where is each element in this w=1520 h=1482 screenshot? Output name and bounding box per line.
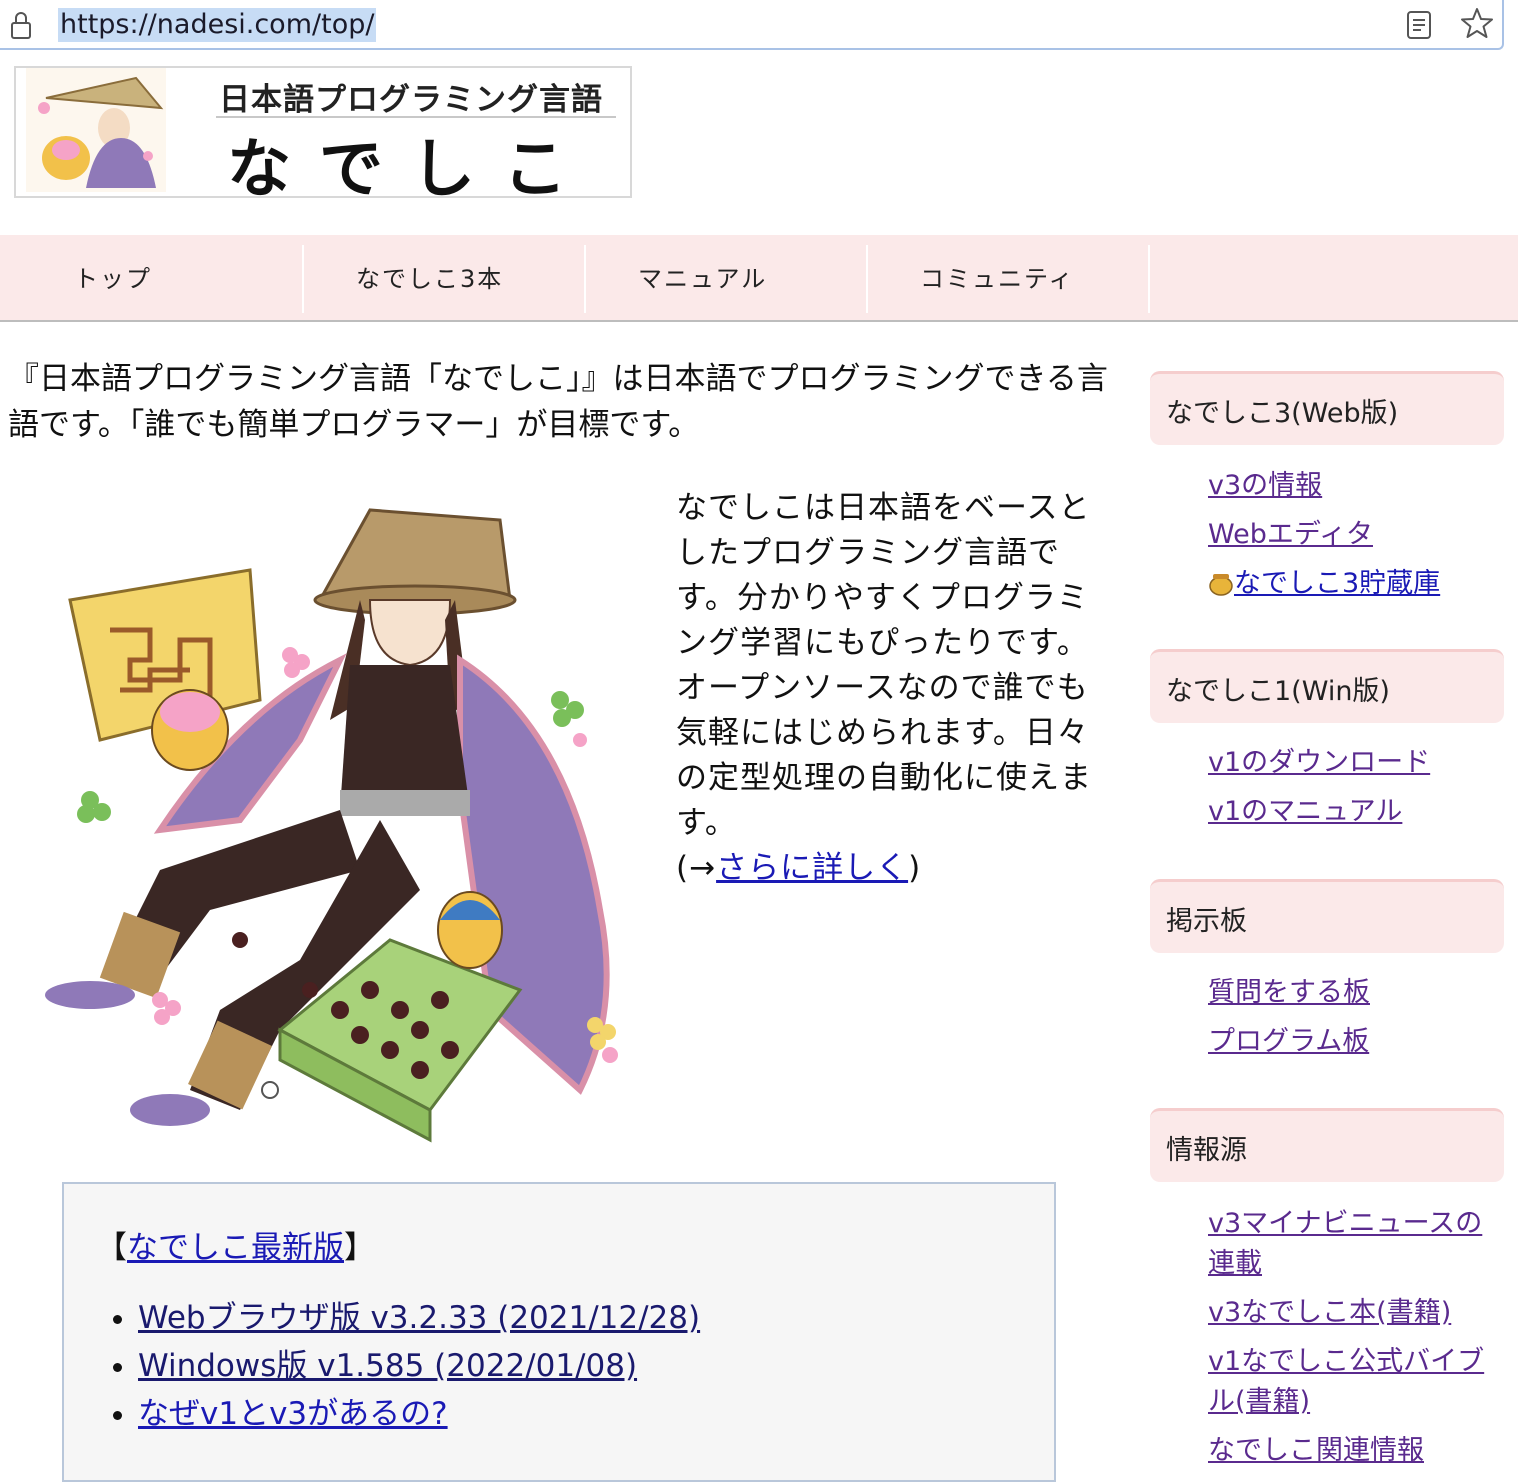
windows-version-link[interactable]: Windows版 v1.585 (2022/01/08)	[138, 1348, 637, 1384]
related-info-link[interactable]: なでしこ関連情報	[1208, 1431, 1504, 1471]
sidebar-links-sources: v3マイナビニュースの連載 v3なでしこ本(書籍) v1なでしこ公式バイブル(書…	[1208, 1204, 1504, 1480]
reader-mode-icon[interactable]	[1406, 10, 1432, 40]
latest-version-heading: 【なでしこ最新版】	[96, 1222, 375, 1267]
web-version-link[interactable]: Webブラウザ版 v3.2.33 (2021/12/28)	[138, 1300, 700, 1336]
sidebar-heading-v1: なでしこ1(Win版)	[1150, 649, 1504, 723]
site-logo[interactable]: 日本語プログラミング言語 なでしこ	[14, 66, 632, 207]
bookmark-star-icon[interactable]	[1460, 6, 1494, 40]
v3-storehouse-label: なでしこ3貯蔵庫	[1234, 568, 1441, 599]
sidebar-links-bbs: 質問をする板 プログラム板	[1208, 973, 1504, 1071]
v3-storehouse-link[interactable]: なでしこ3貯蔵庫	[1208, 564, 1504, 604]
nav-item-book[interactable]: なでしこ3本	[304, 245, 586, 313]
intro-text: 『日本語プログラミング言語「なでしこ」』は日本語でプログラミングできる言語です。…	[8, 361, 1108, 443]
main-nav: トップ なでしこ3本 マニュアル コミュニティ	[0, 235, 1518, 322]
latest-version-link[interactable]: なでしこ最新版	[127, 1230, 344, 1266]
list-item: なぜv1とv3があるの?	[138, 1390, 700, 1438]
program-board-link[interactable]: プログラム板	[1208, 1022, 1504, 1062]
v1-bible-link[interactable]: v1なでしこ公式バイブル(書籍)	[1208, 1342, 1504, 1422]
why-v1-v3-link[interactable]: なぜv1とv3があるの?	[138, 1396, 448, 1432]
address-bar[interactable]: https://nadesi.com/top/	[0, 0, 1504, 50]
mynavi-series-link[interactable]: v3マイナビニュースの連載	[1208, 1204, 1504, 1284]
list-item: Webブラウザ版 v3.2.33 (2021/12/28)	[138, 1294, 700, 1342]
latest-version-box: 【なでしこ最新版】 Webブラウザ版 v3.2.33 (2021/12/28) …	[62, 1182, 1056, 1482]
lock-icon	[11, 12, 31, 39]
version-list: Webブラウザ版 v3.2.33 (2021/12/28) Windows版 v…	[100, 1294, 700, 1438]
v3-info-link[interactable]: v3の情報	[1208, 466, 1504, 506]
nav-item-manual[interactable]: マニュアル	[586, 245, 868, 313]
sidebar-links-v1: v1のダウンロード v1のマニュアル	[1208, 743, 1504, 841]
list-item: Windows版 v1.585 (2022/01/08)	[138, 1342, 700, 1390]
web-editor-link[interactable]: Webエディタ	[1208, 515, 1504, 555]
more-prefix: (→	[676, 850, 717, 886]
v3-book-link[interactable]: v3なでしこ本(書籍)	[1208, 1293, 1504, 1333]
bracket-close: 】	[344, 1230, 375, 1266]
nav-item-top[interactable]: トップ	[22, 245, 304, 313]
sidebar-links-v3: v3の情報 Webエディタ なでしこ3貯蔵庫	[1208, 466, 1504, 613]
description-block: なでしこは日本語をベースとしたプログラミング言語です。分かりやすくプログラミング…	[676, 486, 1096, 891]
v1-manual-link[interactable]: v1のマニュアル	[1208, 792, 1504, 832]
v1-download-link[interactable]: v1のダウンロード	[1208, 743, 1504, 783]
sidebar-heading-v3: なでしこ3(Web版)	[1150, 371, 1504, 445]
logo-illustration	[26, 68, 166, 192]
honey-pot-icon	[1209, 574, 1233, 596]
description-text: なでしこは日本語をベースとしたプログラミング言語です。分かりやすくプログラミング…	[676, 490, 1092, 841]
logo-title: なでしこ	[227, 132, 595, 207]
sidebar-heading-sources: 情報源	[1150, 1108, 1504, 1182]
nadesiko-character-illustration	[45, 508, 618, 1143]
more-suffix: )	[908, 850, 922, 886]
more-details-link[interactable]: さらに詳しく	[716, 850, 908, 886]
more-link-line: (→さらに詳しく)	[676, 846, 1096, 891]
bracket-open: 【	[96, 1230, 127, 1266]
sidebar-heading-bbs: 掲示板	[1150, 879, 1504, 953]
logo-subtitle: 日本語プログラミング言語	[219, 82, 603, 118]
nav-item-community[interactable]: コミュニティ	[868, 245, 1150, 313]
question-board-link[interactable]: 質問をする板	[1208, 973, 1504, 1013]
url-text[interactable]: https://nadesi.com/top/	[58, 8, 377, 42]
